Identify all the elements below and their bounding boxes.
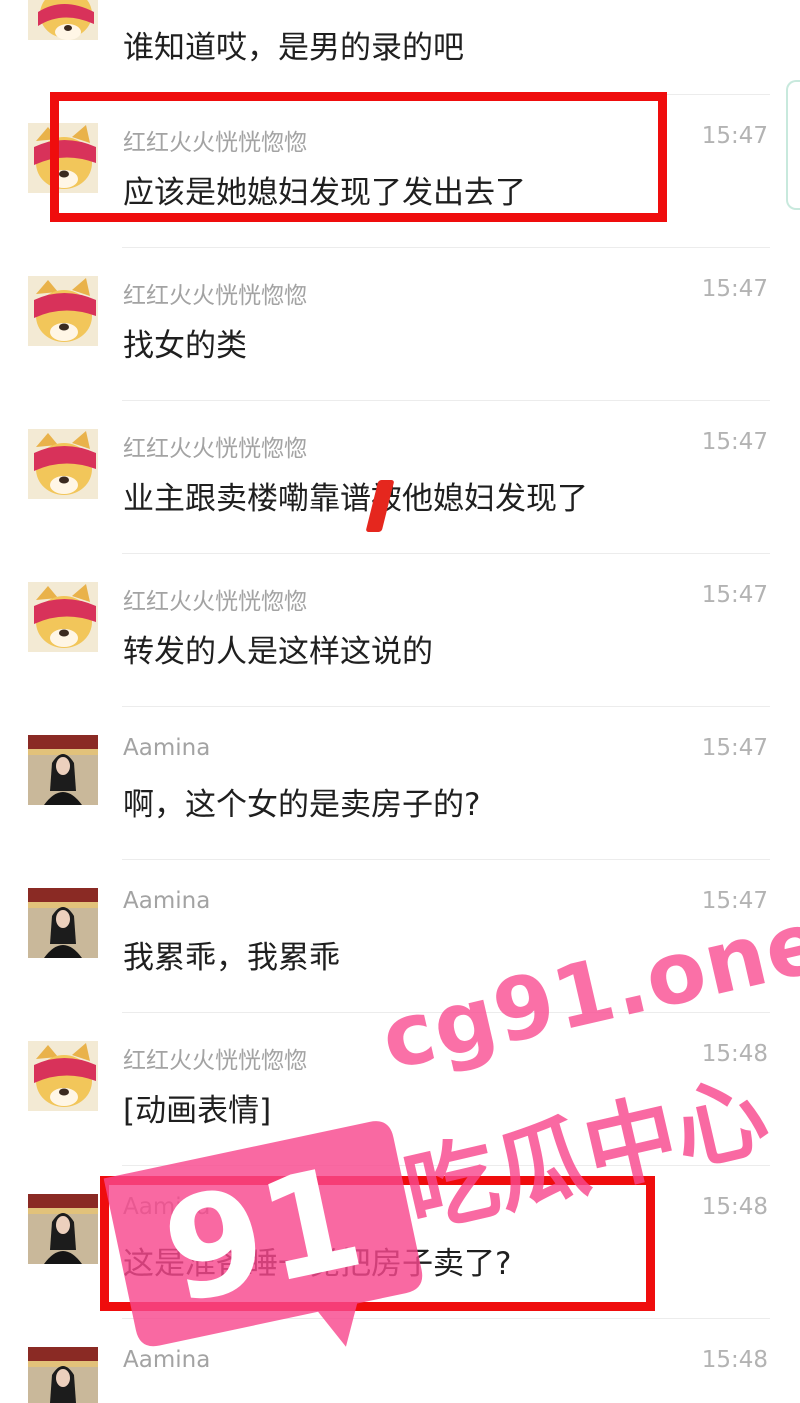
woman-avatar[interactable] [28,1194,98,1264]
message-time: 15:47 [701,582,768,608]
chat-message[interactable]: Aamina 15:48 [0,1319,800,1403]
message-time: 15:47 [701,735,768,761]
message-text: 啊，这个女的是卖房子的? [123,787,481,823]
sender-name: Aamina [123,888,211,914]
side-handle[interactable] [786,80,800,210]
highlight-box [50,92,667,222]
message-text: 我累乖，我累乖 [123,940,340,976]
sender-name: 红红火火恍恍惚惚 [123,1048,307,1074]
message-text: 转发的人是这样这说的 [123,634,433,670]
message-time: 15:47 [701,888,768,914]
doge-avatar[interactable] [28,429,98,499]
sender-name: 红红火火恍恍惚惚 [123,589,307,615]
chat-message[interactable]: 红红火火恍恍惚惚 15:47 转发的人是这样这说的 [0,554,800,707]
chat-message[interactable]: Aamina 15:47 啊，这个女的是卖房子的? [0,707,800,860]
message-text: 找女的类 [123,328,247,364]
doge-avatar[interactable] [28,276,98,346]
doge-avatar[interactable] [28,0,98,40]
message-time: 15:47 [701,276,768,302]
message-time: 15:47 [701,429,768,455]
message-time: 15:47 [701,123,768,149]
message-text: [动画表情] [123,1093,272,1129]
sender-name: Aamina [123,1347,211,1373]
message-text: 谁知道哎，是男的录的吧 [123,30,464,66]
chat-message[interactable]: 红红火火恍恍惚惚 15:47 找女的类 [0,248,800,401]
message-text: 业主跟卖楼嘞靠谱被他媳妇发现了 [123,481,588,517]
doge-avatar[interactable] [28,582,98,652]
highlight-box [100,1176,655,1311]
chat-screen: 谁知道哎，是男的录的吧 红红火火恍恍惚惚 15:47 应该是她媳妇发现了发出去了 [0,0,800,1403]
chat-message[interactable]: 红红火火恍恍惚惚 15:47 业主跟卖楼嘞靠谱被他媳妇发现了 [0,401,800,554]
woman-avatar[interactable] [28,1347,98,1403]
message-time: 15:48 [701,1194,768,1220]
sender-name: 红红火火恍恍惚惚 [123,283,307,309]
woman-avatar[interactable] [28,735,98,805]
sender-name: Aamina [123,735,211,761]
chat-message[interactable]: 谁知道哎，是男的录的吧 [0,0,800,95]
doge-avatar[interactable] [28,1041,98,1111]
message-time: 15:48 [701,1347,768,1373]
chat-message[interactable]: 红红火火恍恍惚惚 15:48 [动画表情] [0,1013,800,1166]
sender-name: 红红火火恍恍惚惚 [123,436,307,462]
woman-avatar[interactable] [28,888,98,958]
chat-message[interactable]: Aamina 15:47 我累乖，我累乖 [0,860,800,1013]
message-time: 15:48 [701,1041,768,1067]
